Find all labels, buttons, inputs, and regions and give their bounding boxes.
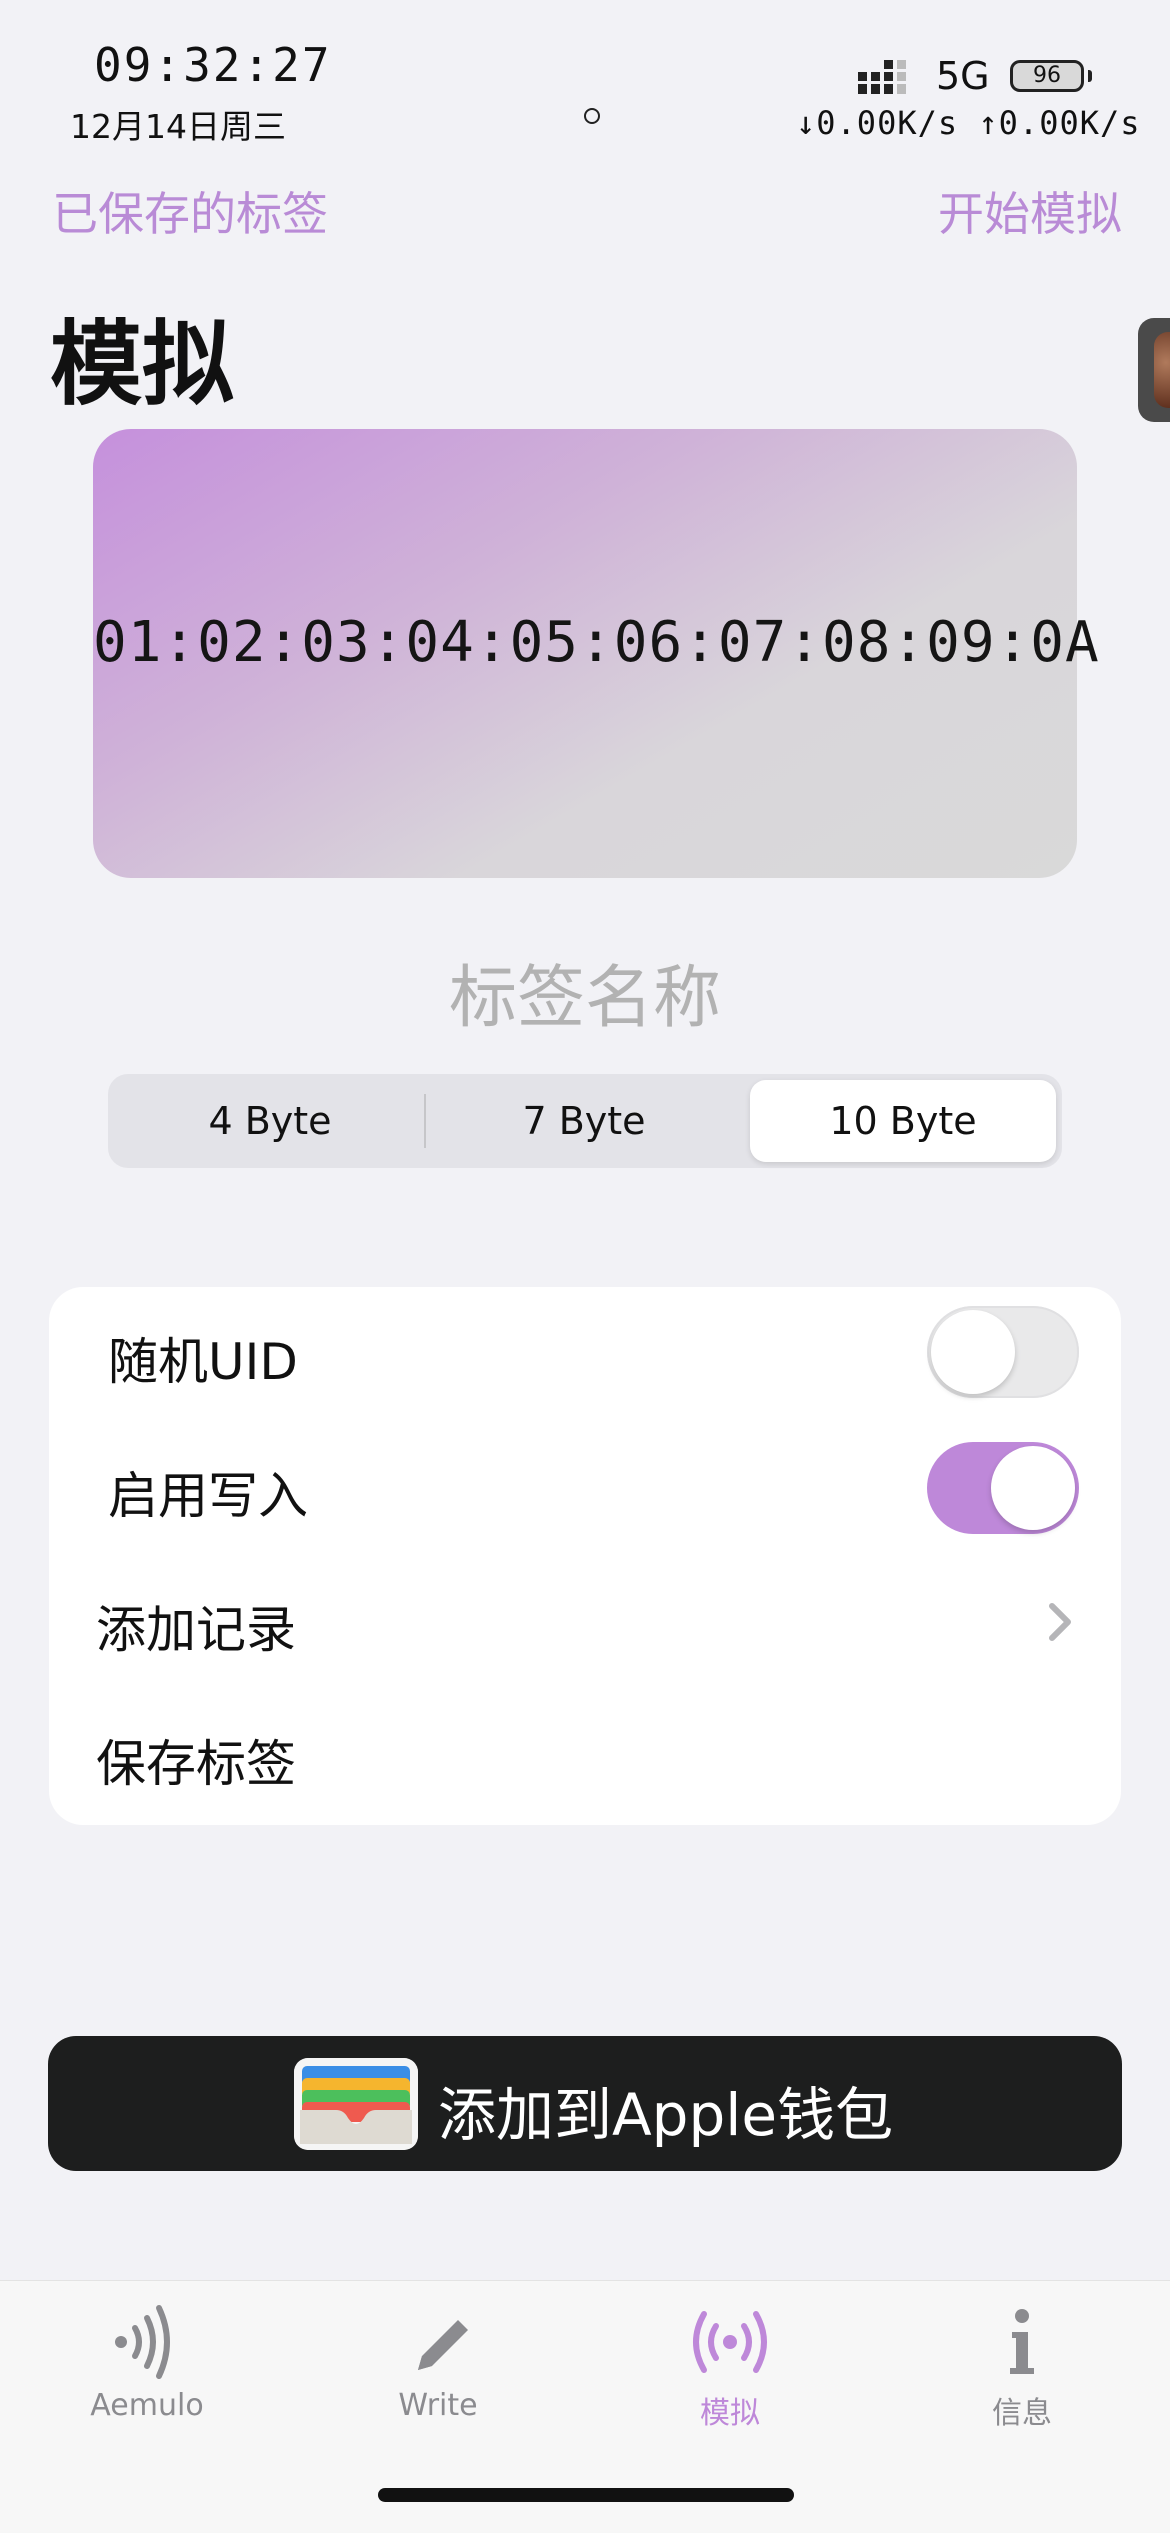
chevron-right-icon — [1049, 1603, 1071, 1641]
nfc-signal-icon[interactable] — [97, 2302, 197, 2382]
segment-7-byte[interactable]: 7 Byte — [428, 1080, 740, 1162]
segment-4-byte[interactable]: 4 Byte — [114, 1080, 426, 1162]
notification-dot-icon — [584, 108, 600, 124]
status-time: 09:32:27 — [94, 38, 332, 92]
page-title: 模拟 — [50, 311, 235, 418]
tab-aemulo[interactable]: Aemulo — [47, 2388, 247, 2423]
enable-write-label: 启用写入 — [108, 1467, 308, 1525]
status-date: 12月14日周三 — [70, 107, 286, 146]
home-indicator — [378, 2488, 794, 2502]
network-type: 5G — [936, 54, 990, 98]
floating-avatar-icon — [1154, 332, 1170, 408]
info-icon[interactable] — [972, 2302, 1072, 2382]
wallet-button-label: 添加到Apple钱包 — [438, 2081, 894, 2149]
saved-tags-link[interactable]: 已保存的标签 — [52, 178, 328, 244]
enable-write-toggle-knob — [991, 1446, 1075, 1530]
tab-emulate[interactable]: 模拟 — [630, 2388, 830, 2432]
save-tag-row[interactable]: 保存标签 — [96, 1724, 296, 1796]
battery-tip — [1088, 70, 1092, 82]
cellular-signal-icon — [858, 60, 906, 94]
tab-write[interactable]: Write — [338, 2388, 538, 2423]
start-emulation-button[interactable]: 开始模拟 — [938, 178, 1122, 244]
wallet-icon — [294, 2058, 418, 2150]
tag-name-input[interactable]: 标签名称 — [0, 942, 1170, 1041]
pencil-icon[interactable] — [388, 2302, 488, 2382]
segment-10-byte[interactable]: 10 Byte — [750, 1080, 1056, 1162]
battery-icon: 96 — [1010, 60, 1084, 92]
tab-info[interactable]: 信息 — [922, 2388, 1122, 2432]
card-uid: 01:02:03:04:05:06:07:08:09:0A — [93, 610, 1100, 675]
random-uid-label: 随机UID — [108, 1333, 298, 1391]
random-uid-toggle-knob — [931, 1310, 1015, 1394]
network-speed: ↓0.00K/s ↑0.00K/s — [796, 104, 1141, 142]
broadcast-icon[interactable] — [680, 2302, 780, 2382]
add-record-row[interactable]: 添加记录 — [96, 1590, 296, 1662]
